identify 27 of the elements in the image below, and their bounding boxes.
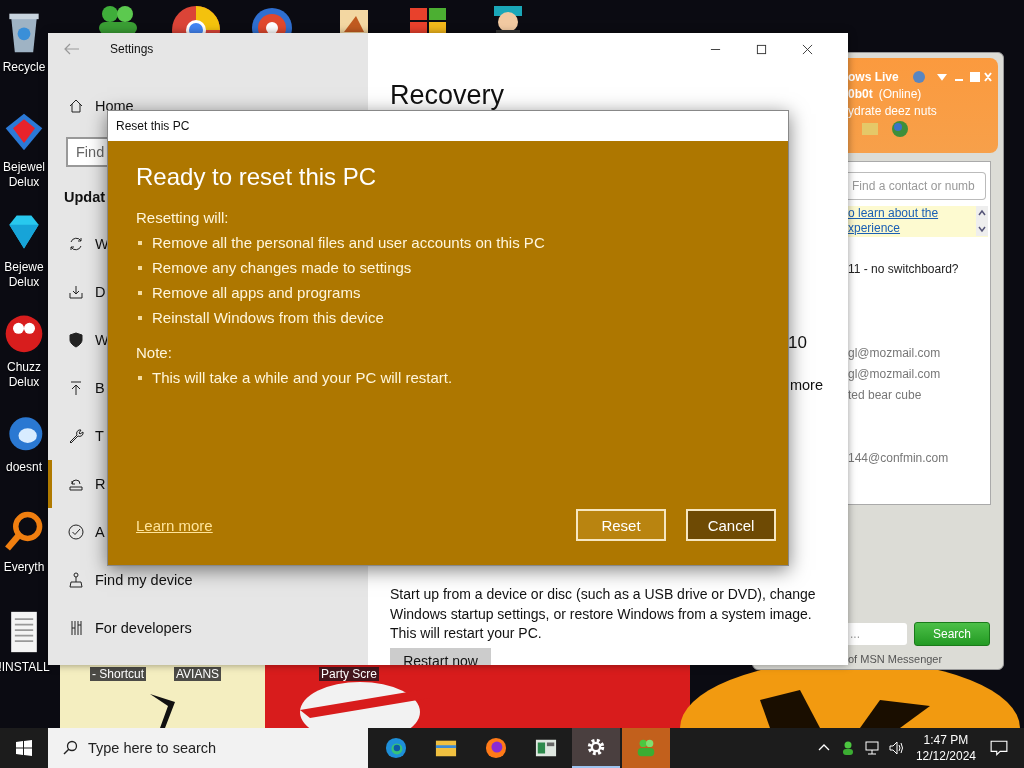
page-title: Recovery <box>390 80 506 111</box>
list-item: Reinstall Windows from this device <box>152 308 384 328</box>
dialog-title: Reset this PC <box>116 119 190 133</box>
list-item: Remove any changes made to settings <box>152 258 412 278</box>
icon-label: Chuzz Delux <box>7 360 41 390</box>
text-fragment: 10 <box>788 333 807 353</box>
icon-label: Everyth <box>3 560 45 575</box>
description-text: Start up from a device or disc (such as a USB drive or DVD), change Windows startup settings, or restore Windows from a system image. This will restart your PC. <box>390 585 817 643</box>
icon-label: Bejewe Delux <box>4 260 44 290</box>
section-heading: Updat <box>64 189 107 205</box>
list-item: This will take a while and your PC will restart. <box>152 368 453 388</box>
list-item: Remove all apps and programs <box>152 283 361 303</box>
icon-label: !INSTALL <box>0 660 50 675</box>
icon-label: AVIANS <box>174 667 222 681</box>
icon-label: Bejewel Delux <box>3 160 45 190</box>
list-item: Remove all the personal files and user accounts on this PC <box>152 233 545 253</box>
window-title: Settings <box>110 42 154 56</box>
window-title: ows Live <box>848 70 899 84</box>
icon-label: Recycle <box>2 60 46 75</box>
note-label: Note: <box>136 343 173 363</box>
footer-text: of MSN Messenger <box>848 653 944 665</box>
intro-text: Resetting will: <box>136 208 230 228</box>
dialog-heading: Ready to reset this PC <box>136 163 378 191</box>
icon-label: Party Scre <box>319 667 379 681</box>
icon-label: doesnt <box>6 460 42 475</box>
icon-label: - Shortcut <box>90 667 147 681</box>
text-fragment: more <box>789 377 823 393</box>
